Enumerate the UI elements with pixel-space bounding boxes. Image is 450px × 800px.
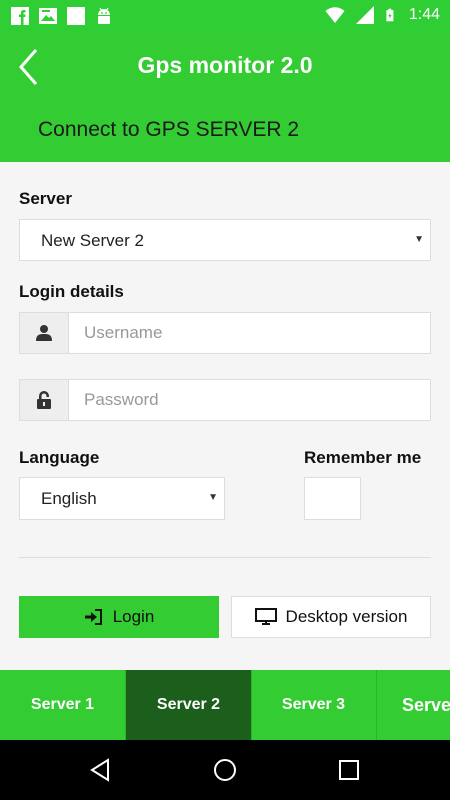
lock-icon xyxy=(19,379,69,421)
status-time: 1:44 xyxy=(408,6,440,23)
back-triangle-icon[interactable] xyxy=(85,755,115,785)
login-button[interactable]: Login xyxy=(19,596,219,638)
app-title: Gps monitor 2.0 xyxy=(137,52,313,78)
tab-server-2[interactable]: Server 2 xyxy=(126,670,251,740)
home-circle-icon[interactable] xyxy=(210,755,240,785)
login-button-label: Login xyxy=(112,607,155,626)
battery-charging-icon xyxy=(386,8,394,22)
user-icon xyxy=(19,312,69,354)
tab-server-3[interactable]: Server 3 xyxy=(251,670,376,740)
tab-server-4[interactable]: Server xyxy=(377,670,450,740)
remember-me-checkbox[interactable] xyxy=(304,477,361,520)
image-icon xyxy=(39,8,57,24)
password-group xyxy=(19,379,431,421)
divider xyxy=(19,557,431,558)
dropdown-arrow-icon: ▼ xyxy=(414,234,424,245)
facebook-icon xyxy=(11,7,29,25)
tab-server-1[interactable]: Server 1 xyxy=(0,670,125,740)
desktop-version-button[interactable]: Desktop version xyxy=(231,596,431,638)
system-nav-bar xyxy=(0,740,450,800)
monitor-icon xyxy=(254,608,277,625)
desktop-version-label: Desktop version xyxy=(285,607,408,626)
language-select-value: English xyxy=(41,489,97,508)
cell-signal-icon xyxy=(355,6,374,24)
square-notification-icon xyxy=(67,7,85,25)
app-bar: Gps monitor 2.0 Connect to GPS SERVER 2 xyxy=(0,32,450,162)
recents-square-icon[interactable] xyxy=(334,755,364,785)
username-input[interactable] xyxy=(69,312,431,354)
remember-me-label: Remember me xyxy=(304,448,422,467)
server-select-value: New Server 2 xyxy=(41,231,144,250)
wifi-icon xyxy=(325,7,345,23)
android-icon xyxy=(98,7,110,24)
username-group xyxy=(19,312,431,354)
sign-in-icon xyxy=(84,609,102,625)
language-select[interactable]: English ▼ xyxy=(19,477,225,520)
status-bar: 1:44 xyxy=(0,0,450,32)
password-input[interactable] xyxy=(69,379,431,421)
server-label: Server xyxy=(19,189,72,208)
login-details-label: Login details xyxy=(19,282,124,301)
dropdown-arrow-icon: ▼ xyxy=(208,492,218,503)
server-select[interactable]: New Server 2 ▼ xyxy=(19,219,431,261)
page-title: Connect to GPS SERVER 2 xyxy=(38,118,300,141)
login-form: Server New Server 2 ▼ Login details Lang… xyxy=(0,162,450,670)
server-tab-bar: Server 1 Server 2 Server 3 Server xyxy=(0,670,450,740)
language-label: Language xyxy=(19,448,100,467)
